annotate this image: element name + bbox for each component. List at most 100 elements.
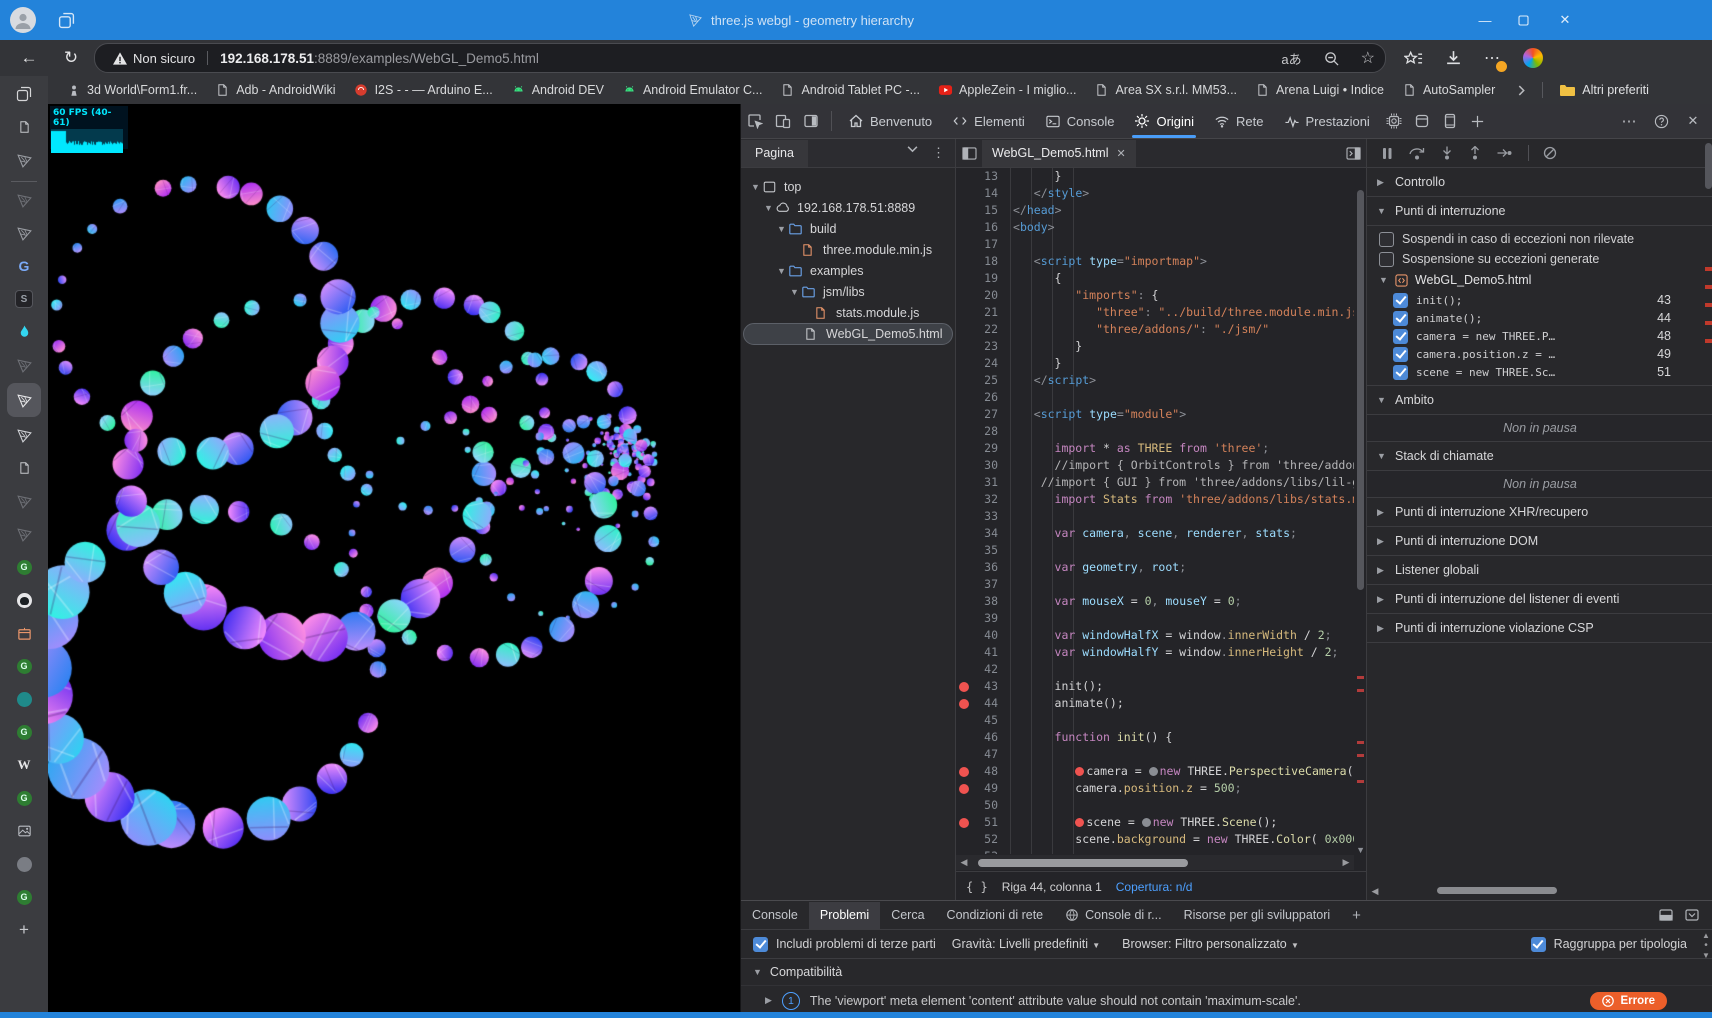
line-number[interactable]: 46 bbox=[956, 729, 1007, 746]
editor-vertical-scrollbar[interactable] bbox=[1355, 168, 1366, 854]
line-number[interactable]: 44 bbox=[956, 695, 1007, 712]
code-line-35[interactable]: 35 bbox=[956, 542, 1354, 559]
step-over-icon[interactable] bbox=[1409, 147, 1425, 160]
dock-side-icon[interactable] bbox=[797, 108, 825, 134]
vertical-tab-plus[interactable]: + bbox=[7, 915, 41, 945]
pause-icon[interactable] bbox=[1381, 147, 1393, 160]
breakpoint-entry[interactable]: animate();44 bbox=[1367, 309, 1712, 327]
line-number[interactable]: 22 bbox=[956, 321, 1007, 338]
line-number[interactable]: 13 bbox=[956, 168, 1007, 185]
vertical-tab-s-dark[interactable]: S bbox=[7, 284, 41, 314]
workspaces-icon[interactable] bbox=[58, 12, 75, 29]
code-line-45[interactable]: 45 bbox=[956, 712, 1354, 729]
section-call-stack[interactable]: ▼Stack di chiamate bbox=[1367, 442, 1712, 471]
deactivate-breakpoints-icon[interactable] bbox=[1543, 146, 1557, 160]
editor-scroll-down-arrow[interactable]: ▼ bbox=[1356, 845, 1365, 855]
line-number[interactable]: 45 bbox=[956, 712, 1007, 729]
breakpoint-checkbox[interactable] bbox=[1393, 365, 1408, 380]
code-area[interactable]: 13 }14 </style>15</head>16<body>1718 <sc… bbox=[956, 168, 1354, 854]
favorites-bar-icon[interactable] bbox=[1404, 50, 1423, 67]
navigator-kebab-icon[interactable]: ⋮ bbox=[932, 145, 945, 161]
bookmark-item[interactable]: Android Emulator C... bbox=[622, 83, 763, 98]
line-number[interactable]: 25 bbox=[956, 372, 1007, 389]
back-button[interactable]: ← bbox=[14, 48, 44, 68]
line-number[interactable]: 35 bbox=[956, 542, 1007, 559]
line-number[interactable]: 53 bbox=[956, 848, 1007, 854]
drawer-scrollbar[interactable]: ▲•▼ bbox=[1701, 931, 1711, 1011]
code-line-49[interactable]: 49 camera.position.z = 500; bbox=[956, 780, 1354, 797]
issue-row[interactable]: ▶ 1 The 'viewport' meta element 'content… bbox=[741, 986, 1712, 1015]
code-line-42[interactable]: 42 bbox=[956, 661, 1354, 678]
tree-item-stats.module.js[interactable]: stats.module.js bbox=[741, 302, 955, 323]
breakpoint-entry[interactable]: init();43 bbox=[1367, 291, 1712, 309]
code-line-44[interactable]: 44 animate(); bbox=[956, 695, 1354, 712]
vertical-tab-three[interactable] bbox=[7, 145, 41, 175]
vertical-tab-three-dim[interactable] bbox=[7, 486, 41, 516]
line-number[interactable]: 29 bbox=[956, 440, 1007, 457]
line-number[interactable]: 23 bbox=[956, 338, 1007, 355]
editor-file-tab[interactable]: WebGL_Demo5.html ✕ bbox=[982, 140, 1136, 167]
code-line-50[interactable]: 50 bbox=[956, 797, 1354, 814]
tree-item-WebGL_Demo5.html[interactable]: WebGL_Demo5.html bbox=[743, 323, 953, 345]
code-line-48[interactable]: 48 camera = new THREE.PerspectiveCamera(… bbox=[956, 763, 1354, 780]
close-tab-icon[interactable]: ✕ bbox=[1117, 147, 1126, 160]
section-punti-di-interruzione-dom[interactable]: ▶Punti di interruzione DOM bbox=[1367, 527, 1712, 556]
devtools-tab-elementi[interactable]: Elementi bbox=[942, 105, 1035, 138]
bookmark-item[interactable]: 3d World\Form1.fr... bbox=[66, 83, 197, 98]
line-number[interactable]: 15 bbox=[956, 202, 1007, 219]
breakpoint-dot[interactable] bbox=[959, 767, 969, 777]
line-number[interactable]: 48 bbox=[956, 763, 1007, 780]
help-icon[interactable] bbox=[1647, 108, 1675, 134]
line-number[interactable]: 28 bbox=[956, 423, 1007, 440]
section-scope[interactable]: ▼Ambito bbox=[1367, 386, 1712, 415]
line-number[interactable]: 34 bbox=[956, 525, 1007, 542]
code-line-31[interactable]: 31 //import { GUI } from 'three/addons/l… bbox=[956, 474, 1354, 491]
breakpoint-entry[interactable]: scene = new THREE.Sc…51 bbox=[1367, 363, 1712, 381]
line-number[interactable]: 32 bbox=[956, 491, 1007, 508]
breakpoint-dot[interactable] bbox=[959, 818, 969, 828]
line-number[interactable]: 51 bbox=[956, 814, 1007, 831]
code-line-19[interactable]: 19 { bbox=[956, 270, 1354, 287]
other-favorites[interactable]: Altri preferiti bbox=[1559, 83, 1649, 97]
profile-avatar[interactable] bbox=[10, 7, 36, 33]
vertical-tab-three-dim[interactable] bbox=[7, 519, 41, 549]
bookmark-item[interactable]: Arena Luigi • Indice bbox=[1255, 83, 1384, 98]
bookmark-item[interactable]: Android DEV bbox=[511, 83, 604, 98]
line-number[interactable]: 16 bbox=[956, 219, 1007, 236]
drawer-close-icon[interactable] bbox=[1685, 909, 1699, 921]
vertical-tab-three-active[interactable] bbox=[7, 383, 41, 417]
section-listener-globali[interactable]: ▶Listener globali bbox=[1367, 556, 1712, 585]
code-line-14[interactable]: 14 </style> bbox=[956, 185, 1354, 202]
code-line-24[interactable]: 24 } bbox=[956, 355, 1354, 372]
line-number[interactable]: 24 bbox=[956, 355, 1007, 372]
code-line-21[interactable]: 21 "three": "../build/three.module.min.j… bbox=[956, 304, 1354, 321]
line-number[interactable]: 42 bbox=[956, 661, 1007, 678]
minimize-button[interactable]: — bbox=[1478, 13, 1492, 28]
inline-breakpoint-dot[interactable] bbox=[1075, 818, 1084, 827]
more-tools-icon[interactable]: ⋯ bbox=[1615, 108, 1643, 134]
close-devtools-icon[interactable]: ✕ bbox=[1679, 108, 1707, 134]
line-number[interactable]: 30 bbox=[956, 457, 1007, 474]
vertical-tab-wiki-w[interactable]: W bbox=[7, 750, 41, 780]
line-number[interactable]: 27 bbox=[956, 406, 1007, 423]
inline-breakpoint-dot[interactable] bbox=[1075, 767, 1084, 776]
code-line-20[interactable]: 20 "imports": { bbox=[956, 287, 1354, 304]
vertical-tab-three-bright[interactable] bbox=[7, 420, 41, 450]
line-number[interactable]: 17 bbox=[956, 236, 1007, 253]
navigator-dropdown-icon[interactable] bbox=[907, 145, 918, 161]
tree-item-three.module.min.js[interactable]: three.module.min.js bbox=[741, 239, 955, 260]
drawer-tab-console[interactable]: Console bbox=[741, 902, 809, 929]
breakpoint-dot[interactable] bbox=[959, 699, 969, 709]
pause-caught-checkbox[interactable]: Sospensione su eccezioni generate bbox=[1367, 249, 1712, 269]
line-number[interactable]: 31 bbox=[956, 474, 1007, 491]
devtools-tab-origini[interactable]: Origini bbox=[1124, 105, 1204, 138]
code-line-52[interactable]: 52 scene.background = new THREE.Color( 0… bbox=[956, 831, 1354, 848]
drawer-tab-cerca[interactable]: Cerca bbox=[880, 902, 935, 929]
code-line-17[interactable]: 17 bbox=[956, 236, 1354, 253]
inspect-element-icon[interactable] bbox=[741, 108, 769, 134]
code-line-43[interactable]: 43 init(); bbox=[956, 678, 1354, 695]
line-number[interactable]: 19 bbox=[956, 270, 1007, 287]
drawer-tab-risorse-per-gli-sviluppatori[interactable]: Risorse per gli sviluppatori bbox=[1173, 902, 1342, 929]
devtools-tab-console[interactable]: Console bbox=[1035, 105, 1125, 138]
vertical-tab-three-dim[interactable] bbox=[7, 185, 41, 215]
